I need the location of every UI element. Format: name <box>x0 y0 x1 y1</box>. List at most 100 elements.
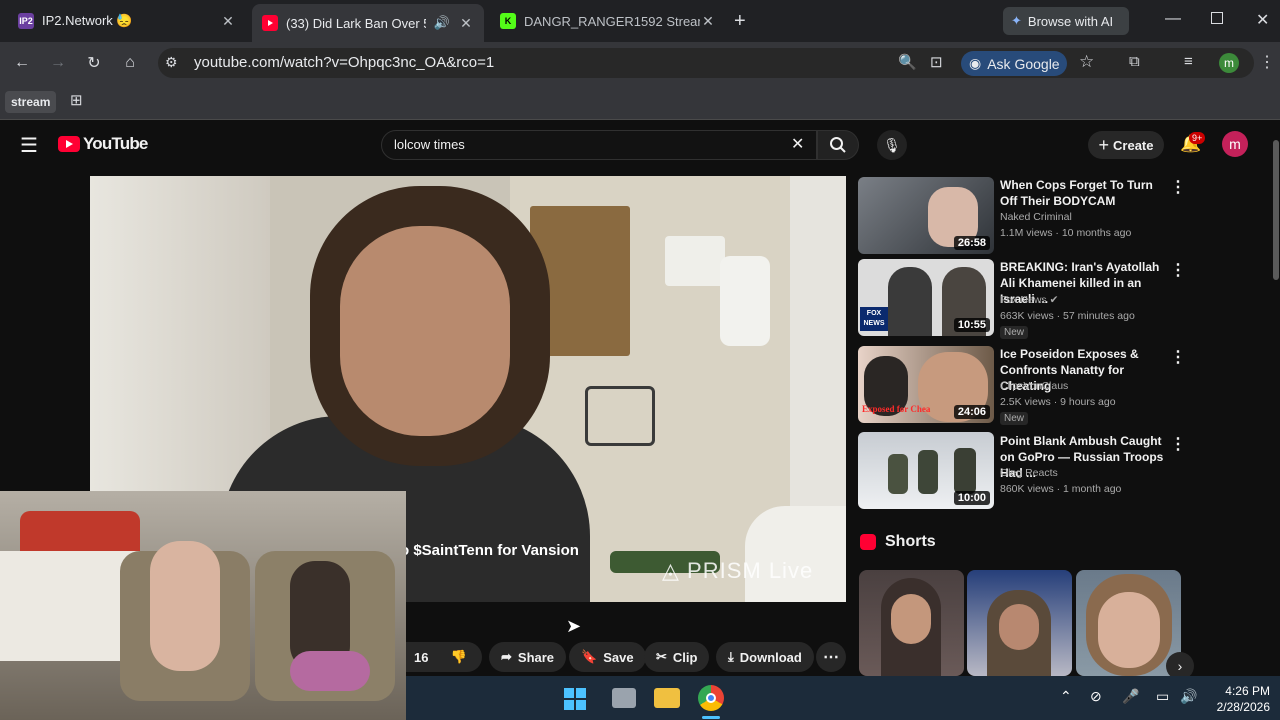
clip-button[interactable]: ✂ Clip <box>644 642 710 672</box>
minimize-icon[interactable]: — <box>1165 10 1181 28</box>
site-settings-icon[interactable]: ⚙ <box>165 54 178 71</box>
bookmark-stream[interactable]: stream <box>5 91 57 113</box>
video-overlay-text: o $SaintTenn for Vansion <box>400 542 579 559</box>
browse-ai-button[interactable]: ✦ Browse with AI <box>1003 7 1129 35</box>
reload-icon[interactable]: ↻ <box>81 50 107 76</box>
close-tab-icon[interactable]: ✕ <box>700 13 716 30</box>
short-thumbnail[interactable] <box>967 570 1072 676</box>
thumb-person <box>888 267 932 336</box>
shorts-icon <box>860 534 876 550</box>
close-tab-icon[interactable]: ✕ <box>220 13 236 30</box>
scrollbar-thumb[interactable] <box>1273 140 1279 280</box>
duration-badge: 26:58 <box>953 236 990 250</box>
video-title[interactable]: When Cops Forget To Turn Off Their BODYC… <box>1000 177 1164 209</box>
channel-name[interactable]: Naked Criminal <box>1000 211 1072 223</box>
recommendation-thumbnail[interactable]: 10:00 <box>858 432 994 509</box>
tab-search-icon[interactable]: ⧉ <box>1129 53 1140 70</box>
video-menu-icon[interactable]: ⋮ <box>1170 347 1186 367</box>
thumb-soldier <box>888 454 908 494</box>
account-avatar[interactable]: m <box>1222 131 1248 157</box>
microphone-icon[interactable]: 🎤 <box>1122 688 1139 705</box>
youtube-favicon-icon <box>262 15 278 31</box>
channel-name[interactable]: ClipsVonClaus <box>1000 380 1068 392</box>
save-button[interactable]: 🔖 Save <box>569 642 646 672</box>
share-icon: ➦ <box>501 649 512 664</box>
volume-icon[interactable]: 🔊 <box>1180 688 1197 705</box>
back-icon[interactable]: ← <box>9 50 35 76</box>
new-tab-icon[interactable]: + <box>734 10 746 33</box>
create-label: Create <box>1113 137 1154 153</box>
chrome-menu-icon[interactable]: ⋮ <box>1259 52 1275 72</box>
download-button[interactable]: ⤓ Download <box>716 642 814 672</box>
recommendation-thumbnail[interactable]: FOX NEWS 10:55 <box>858 259 994 336</box>
network-off-icon[interactable]: ⊘ <box>1090 688 1102 705</box>
new-badge: New <box>1000 412 1029 425</box>
clock-time[interactable]: 4:26 PM <box>1214 684 1270 698</box>
short-thumbnail[interactable] <box>859 570 964 676</box>
clear-search-icon[interactable]: ✕ <box>791 134 804 154</box>
search-button[interactable] <box>817 130 859 160</box>
display-icon[interactable]: ▭ <box>1156 688 1169 705</box>
url-text[interactable]: youtube.com/watch?v=Ohpqc3nc_OA&rco=1 <box>194 54 494 71</box>
tab-ip2[interactable]: IP2 IP2.Network 😓 ✕ <box>8 6 246 36</box>
tab-youtube[interactable]: (33) Did Lark Ban Over 500 🔊 ✕ <box>252 4 484 42</box>
fox-news-logo: FOX NEWS <box>860 307 888 331</box>
chrome-taskbar-icon[interactable] <box>698 685 724 711</box>
start-windows-icon[interactable] <box>564 688 586 710</box>
clock-date[interactable]: 2/28/2026 <box>1206 700 1270 714</box>
dislike-button[interactable]: 16 👎 <box>406 642 482 672</box>
download-label: Download <box>739 649 802 665</box>
share-label: Share <box>517 649 555 665</box>
share-button[interactable]: ➦ Share <box>489 642 567 672</box>
profile-avatar[interactable]: m <box>1219 53 1239 73</box>
duration-badge: 24:06 <box>953 405 990 419</box>
hamburger-icon[interactable]: ☰ <box>20 133 38 158</box>
thumb-caption: Exposed for Chea <box>862 404 931 414</box>
home-icon[interactable]: ⌂ <box>117 50 143 76</box>
youtube-logo-icon[interactable] <box>58 136 80 152</box>
search-icon <box>830 137 846 153</box>
recommendation-thumbnail[interactable]: Exposed for Chea 24:06 <box>858 346 994 423</box>
search-value: lolcow times <box>394 137 465 152</box>
tray-chevron-icon[interactable]: ⌃ <box>1060 688 1072 705</box>
speaker-icon[interactable]: 🔊 <box>434 15 450 31</box>
scrollbar-track[interactable] <box>1272 122 1280 676</box>
video-meta: 2.5K views · 9 hours ago <box>1000 396 1116 408</box>
video-menu-icon[interactable]: ⋮ <box>1170 434 1186 454</box>
task-view-icon[interactable] <box>612 688 636 708</box>
dispenser <box>720 256 770 346</box>
ask-google-button[interactable]: ◉ Ask Google <box>961 51 1067 76</box>
ip2-favicon-icon: IP2 <box>18 13 34 29</box>
short-thumbnail[interactable] <box>1076 570 1181 676</box>
close-tab-icon[interactable]: ✕ <box>458 15 474 32</box>
video-menu-icon[interactable]: ⋮ <box>1170 177 1186 197</box>
restore-icon[interactable] <box>1211 12 1223 24</box>
create-button[interactable]: + Create <box>1088 131 1164 159</box>
search-input[interactable]: lolcow times ✕ <box>381 130 817 160</box>
tab-kick[interactable]: K DANGR_RANGER1592 Stream - ✕ <box>490 6 726 36</box>
apps-grid-icon[interactable]: ⊞ <box>70 91 83 109</box>
video-menu-icon[interactable]: ⋮ <box>1170 260 1186 280</box>
thumb-face <box>1098 592 1160 668</box>
recommendation-thumbnail[interactable]: 26:58 <box>858 177 994 254</box>
forward-icon[interactable]: → <box>45 50 71 76</box>
video-meta: 860K views · 1 month ago <box>1000 483 1122 495</box>
cam-person <box>150 541 220 671</box>
thumbs-down-icon: 👎 <box>450 649 467 664</box>
bookmark-star-icon[interactable]: ☆ <box>1079 52 1094 72</box>
channel-name[interactable]: Oleg Reacts <box>1000 467 1058 479</box>
tab-title: DANGR_RANGER1592 Stream - <box>524 13 700 29</box>
browse-ai-label: Browse with AI <box>1027 13 1114 29</box>
file-explorer-icon[interactable] <box>654 688 680 708</box>
more-actions-icon[interactable]: ⋯ <box>816 642 846 672</box>
install-app-icon[interactable]: ⊡ <box>930 53 943 71</box>
youtube-logo-text[interactable]: YouTube <box>83 134 148 154</box>
close-window-icon[interactable]: ✕ <box>1256 10 1269 30</box>
tab-title: (33) Did Lark Ban Over 500 <box>286 15 426 31</box>
active-app-indicator <box>702 716 720 719</box>
voice-search-icon[interactable]: 🎙 <box>877 130 907 160</box>
zoom-icon[interactable]: 🔍 <box>898 53 917 71</box>
channel-name[interactable]: Fox News ✔ <box>1000 294 1058 306</box>
sparkle-icon: ✦ <box>1011 13 1022 28</box>
media-control-icon[interactable]: ≡ <box>1184 53 1193 70</box>
